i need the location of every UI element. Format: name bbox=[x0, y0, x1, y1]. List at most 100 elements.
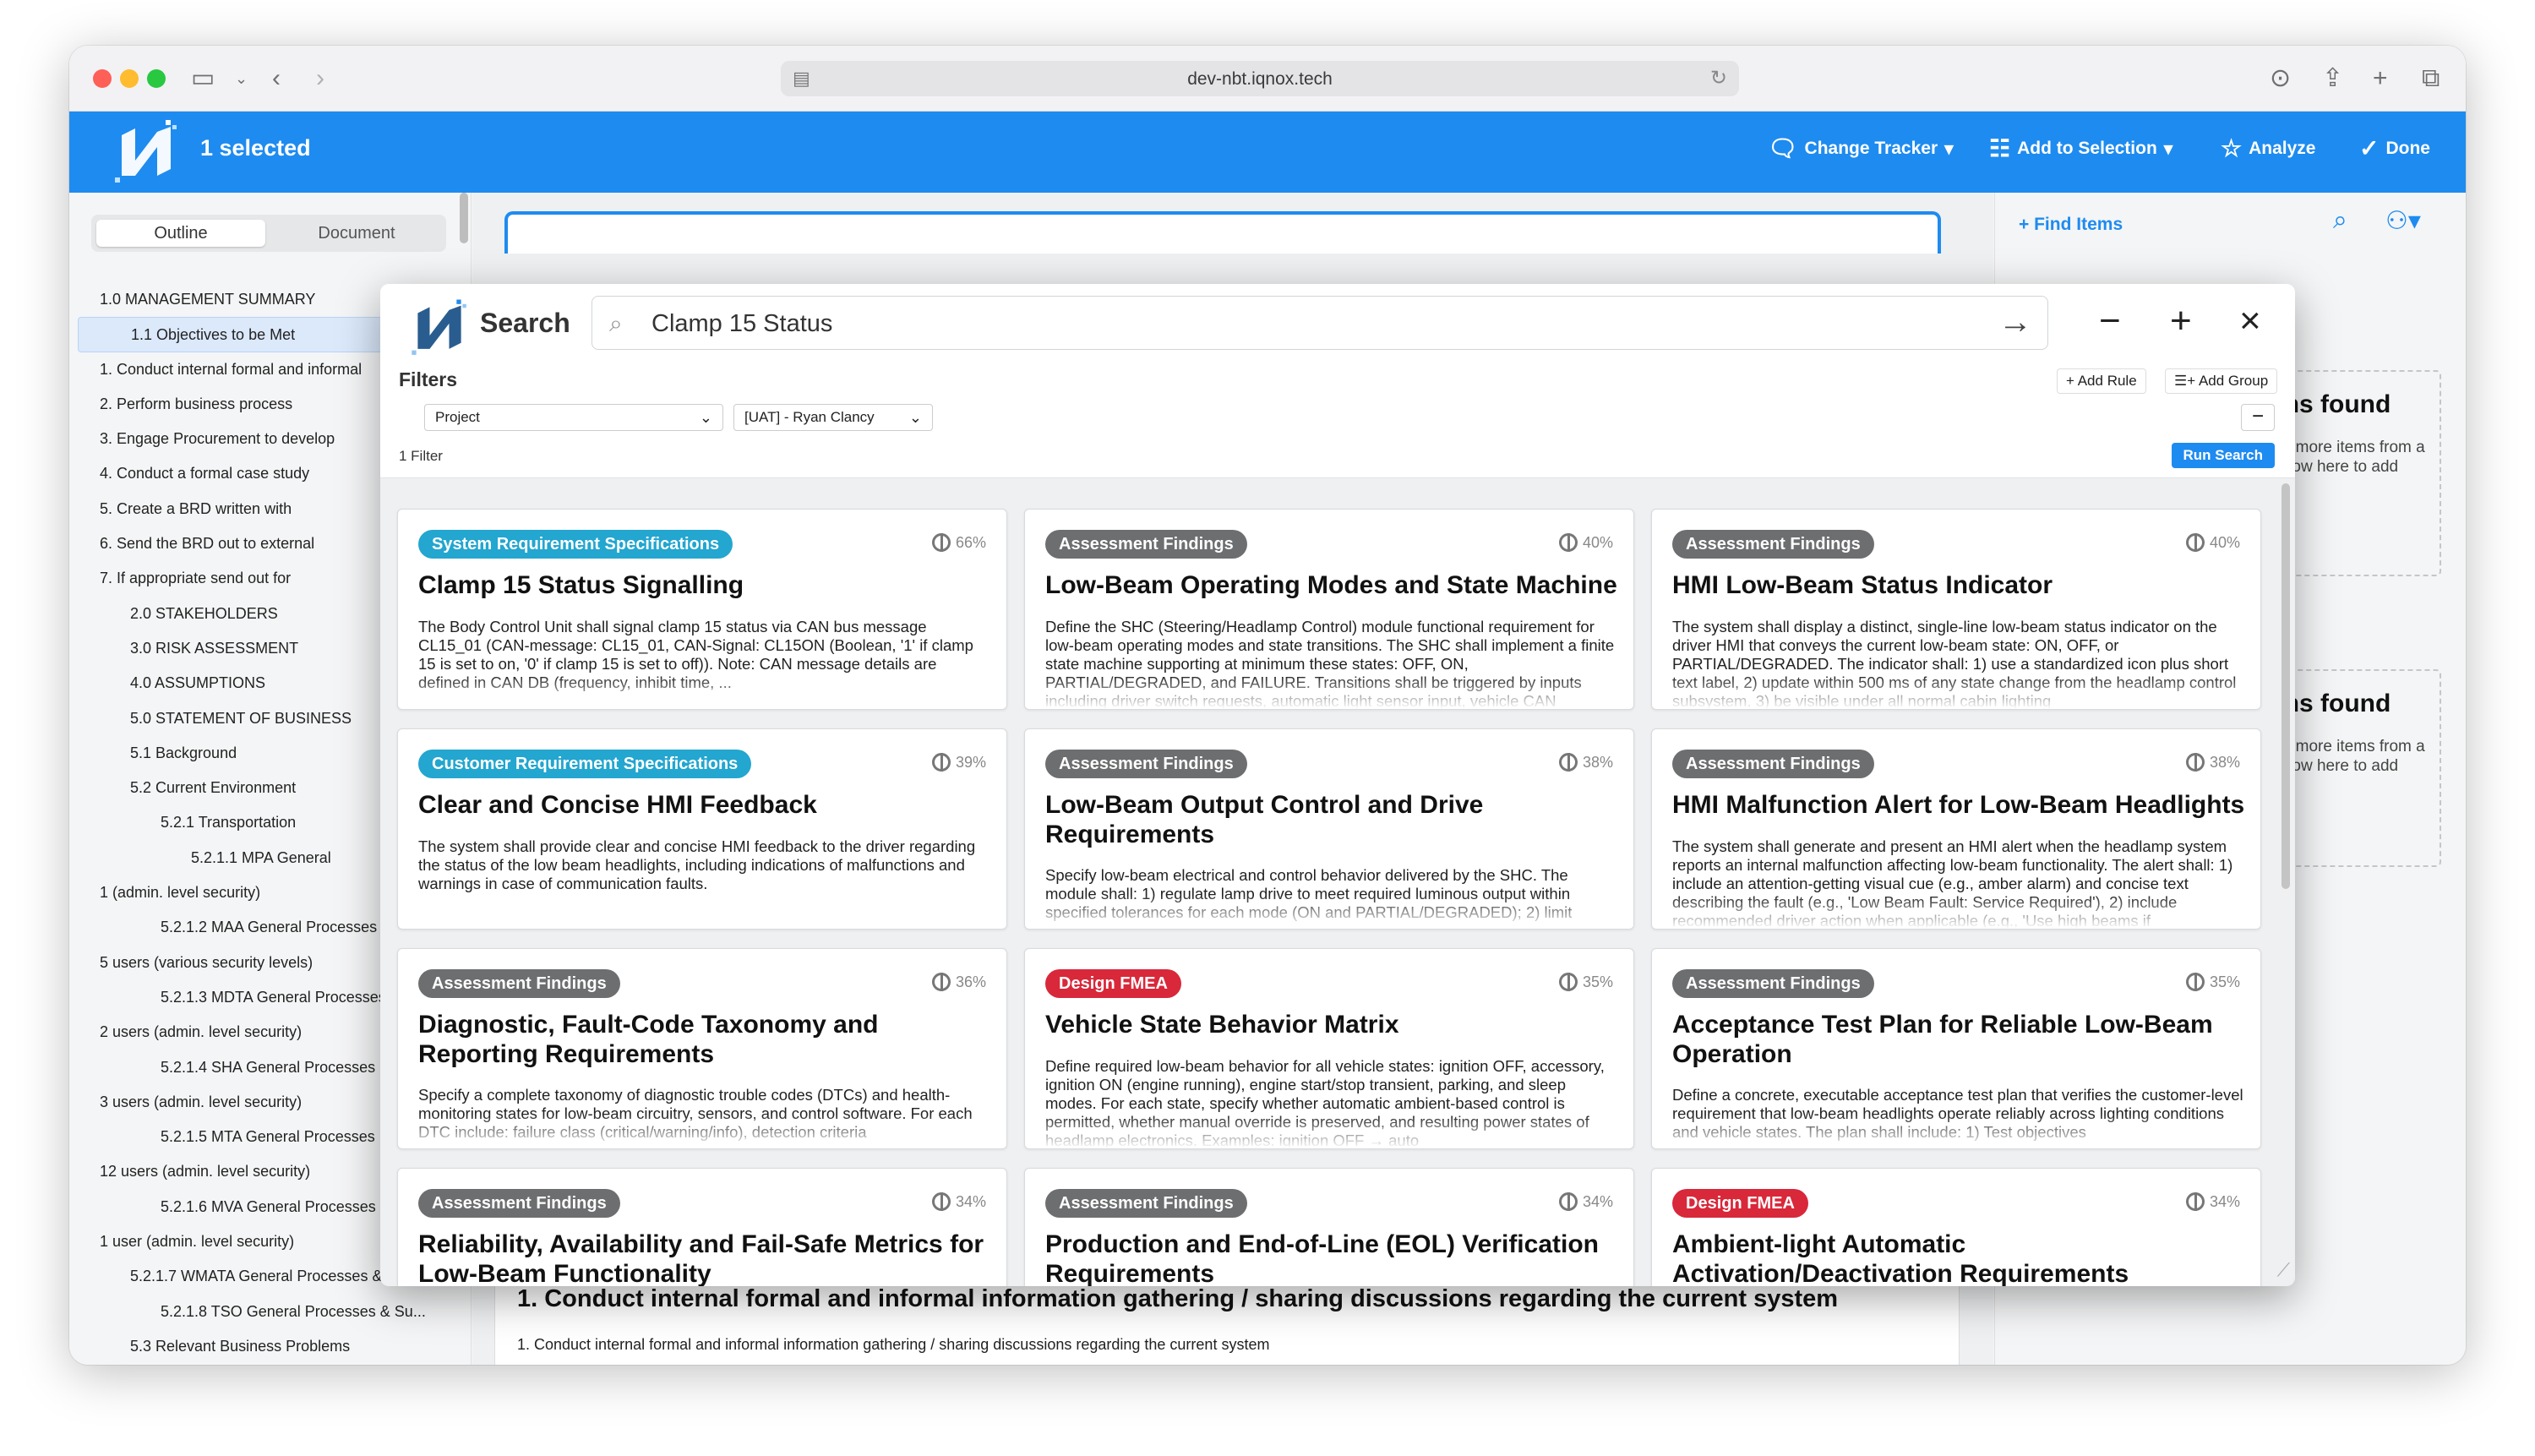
checklist-icon: ☷ bbox=[1989, 135, 2011, 161]
section-heading: 1. Conduct internal formal and informal … bbox=[517, 1285, 1839, 1312]
results-scrollbar[interactable] bbox=[2282, 483, 2290, 889]
relevance-icon bbox=[1558, 533, 1578, 552]
filter-field-select[interactable]: Project ⌄ bbox=[424, 404, 723, 431]
resize-grip-icon[interactable]: ⟋ bbox=[2277, 1259, 2290, 1281]
tabs-overview-icon[interactable]: ⧉ bbox=[2422, 63, 2440, 95]
relevance-value: 39% bbox=[955, 753, 986, 771]
result-card[interactable]: Assessment Findings 38% HMI Malfunction … bbox=[1651, 728, 2261, 930]
result-card[interactable]: Assessment Findings 36% Diagnostic, Faul… bbox=[397, 948, 1007, 1149]
close-modal-icon[interactable]: × bbox=[2239, 301, 2261, 341]
chevron-down-icon[interactable]: ⌄ bbox=[235, 63, 248, 95]
star-icon: ☆ bbox=[2221, 135, 2243, 161]
relevance-icon bbox=[2185, 533, 2205, 552]
relevance-score: 40% bbox=[2185, 533, 2240, 552]
outline-scrollbar[interactable] bbox=[460, 193, 468, 243]
type-badge: Design FMEA bbox=[1672, 1189, 1808, 1218]
result-card[interactable]: Assessment Findings 34% Production and E… bbox=[1024, 1168, 1634, 1286]
maximize-window-button[interactable] bbox=[147, 69, 166, 88]
card-title: Reliability, Availability and Fail-Safe … bbox=[418, 1230, 984, 1286]
card-title: Clamp 15 Status Signalling bbox=[418, 571, 744, 599]
new-tab-icon[interactable]: + bbox=[2373, 63, 2388, 95]
type-badge: Design FMEA bbox=[1045, 969, 1181, 998]
search-icon[interactable]: ⌕ bbox=[2333, 206, 2347, 235]
card-title: Clear and Concise HMI Feedback bbox=[418, 791, 817, 819]
reload-icon[interactable]: ↻ bbox=[1710, 66, 1727, 90]
done-button[interactable]: ✓ Done bbox=[2359, 137, 2430, 161]
result-card[interactable]: Design FMEA 34% Ambient-light Automatic … bbox=[1651, 1168, 2261, 1286]
url-text: dev-nbt.iqnox.tech bbox=[1187, 69, 1333, 89]
relevance-value: 34% bbox=[2209, 1192, 2240, 1210]
address-bar[interactable]: ▤ dev-nbt.iqnox.tech ↻ bbox=[781, 61, 1739, 96]
change-tracker-button[interactable]: 🗨 Change Tracker ▾ bbox=[1768, 137, 1954, 161]
filter-value-select[interactable]: [UAT] - Ryan Clancy ⌄ bbox=[733, 404, 933, 431]
relevance-score: 35% bbox=[2185, 973, 2240, 991]
chevron-down-icon: ▾ bbox=[1944, 139, 1954, 159]
sidebar-toggle-icon[interactable]: ▭ bbox=[191, 63, 215, 95]
card-title: Low-Beam Output Control and Drive Requir… bbox=[1045, 791, 1484, 848]
download-icon[interactable]: ⊙ bbox=[2270, 63, 2291, 95]
relevance-score: 34% bbox=[931, 1192, 986, 1211]
selected-section-frame[interactable] bbox=[504, 211, 1941, 254]
arrow-right-icon[interactable]: → bbox=[1998, 303, 2032, 341]
find-items-label: Find Items bbox=[2034, 215, 2123, 234]
chevron-down-icon: ⌄ bbox=[699, 409, 712, 426]
relevance-icon bbox=[931, 533, 951, 552]
search-title: Search bbox=[480, 308, 570, 338]
tab-outline[interactable]: Outline bbox=[96, 220, 265, 247]
users-filter-icon[interactable]: ⚇▾ bbox=[2385, 206, 2421, 236]
selection-count: 1 selected bbox=[200, 135, 311, 161]
card-title: Ambient-light Automatic Activation/Deact… bbox=[1672, 1230, 2129, 1286]
card-title: Acceptance Test Plan for Reliable Low-Be… bbox=[1672, 1011, 2213, 1068]
card-fade bbox=[1025, 895, 1633, 929]
result-card[interactable]: Assessment Findings 35% Acceptance Test … bbox=[1651, 948, 2261, 1149]
search-modal: Search ⌕ Clamp 15 Status → − + × Filters… bbox=[380, 284, 2295, 1286]
relevance-icon bbox=[2185, 753, 2205, 772]
add-rule-button[interactable]: + Add Rule bbox=[2057, 368, 2146, 394]
relevance-value: 40% bbox=[1582, 533, 1613, 551]
outline-item[interactable]: 5.2.1.8 TSO General Processes & Su... bbox=[78, 1295, 466, 1329]
add-rule-label: Add Rule bbox=[2077, 373, 2137, 389]
analyze-label: Analyze bbox=[2249, 139, 2316, 158]
result-card[interactable]: System Requirement Specifications 66% Cl… bbox=[397, 509, 1007, 710]
relevance-value: 35% bbox=[2209, 973, 2240, 990]
relevance-score: 34% bbox=[2185, 1192, 2240, 1211]
result-card[interactable]: Assessment Findings 40% Low-Beam Operati… bbox=[1024, 509, 1634, 710]
forward-icon[interactable]: › bbox=[316, 63, 324, 95]
relevance-score: 39% bbox=[931, 753, 986, 772]
remove-filter-button[interactable]: − bbox=[2241, 404, 2275, 431]
search-input[interactable]: ⌕ Clamp 15 Status → bbox=[592, 296, 2048, 350]
relevance-icon bbox=[2185, 973, 2205, 991]
relevance-value: 36% bbox=[955, 973, 986, 990]
share-icon[interactable]: ⇪ bbox=[2322, 63, 2343, 95]
relevance-icon bbox=[2185, 1192, 2205, 1211]
maximize-modal-icon[interactable]: + bbox=[2170, 301, 2192, 341]
tab-document[interactable]: Document bbox=[272, 220, 441, 247]
card-title: Vehicle State Behavior Matrix bbox=[1045, 1011, 1399, 1039]
analyze-button[interactable]: ☆ Analyze bbox=[2221, 137, 2315, 161]
back-icon[interactable]: ‹ bbox=[272, 63, 281, 95]
result-card[interactable]: Design FMEA 35% Vehicle State Behavior M… bbox=[1024, 948, 1634, 1149]
relevance-score: 40% bbox=[1558, 533, 1613, 552]
run-search-button[interactable]: Run Search bbox=[2171, 443, 2275, 468]
result-card[interactable]: Assessment Findings 38% Low-Beam Output … bbox=[1024, 728, 1634, 930]
close-window-button[interactable] bbox=[93, 69, 112, 88]
card-title: HMI Low-Beam Status Indicator bbox=[1672, 571, 2053, 599]
relevance-icon bbox=[1558, 973, 1578, 991]
find-items-button[interactable]: + Find Items bbox=[2019, 215, 2123, 235]
add-to-selection-button[interactable]: ☷ Add to Selection ▾ bbox=[1989, 137, 2172, 161]
search-logo bbox=[407, 294, 472, 363]
type-badge: Assessment Findings bbox=[1672, 969, 1874, 998]
outline-item[interactable]: 5.3 Relevant Business Problems bbox=[78, 1329, 466, 1364]
result-card[interactable]: Assessment Findings 40% HMI Low-Beam Sta… bbox=[1651, 509, 2261, 710]
result-card[interactable]: Assessment Findings 34% Reliability, Ava… bbox=[397, 1168, 1007, 1286]
chevron-down-icon: ▾ bbox=[2163, 139, 2173, 159]
relevance-value: 38% bbox=[1582, 753, 1613, 771]
result-card[interactable]: Customer Requirement Specifications 39% … bbox=[397, 728, 1007, 930]
card-fade bbox=[1025, 1115, 1633, 1148]
minimize-window-button[interactable] bbox=[120, 69, 139, 88]
change-tracker-label: Change Tracker bbox=[1804, 139, 1938, 158]
minimize-modal-icon[interactable]: − bbox=[2099, 301, 2121, 341]
relevance-score: 35% bbox=[1558, 973, 1613, 991]
add-group-button[interactable]: ☰+ Add Group bbox=[2165, 368, 2278, 394]
relevance-score: 34% bbox=[1558, 1192, 1613, 1211]
